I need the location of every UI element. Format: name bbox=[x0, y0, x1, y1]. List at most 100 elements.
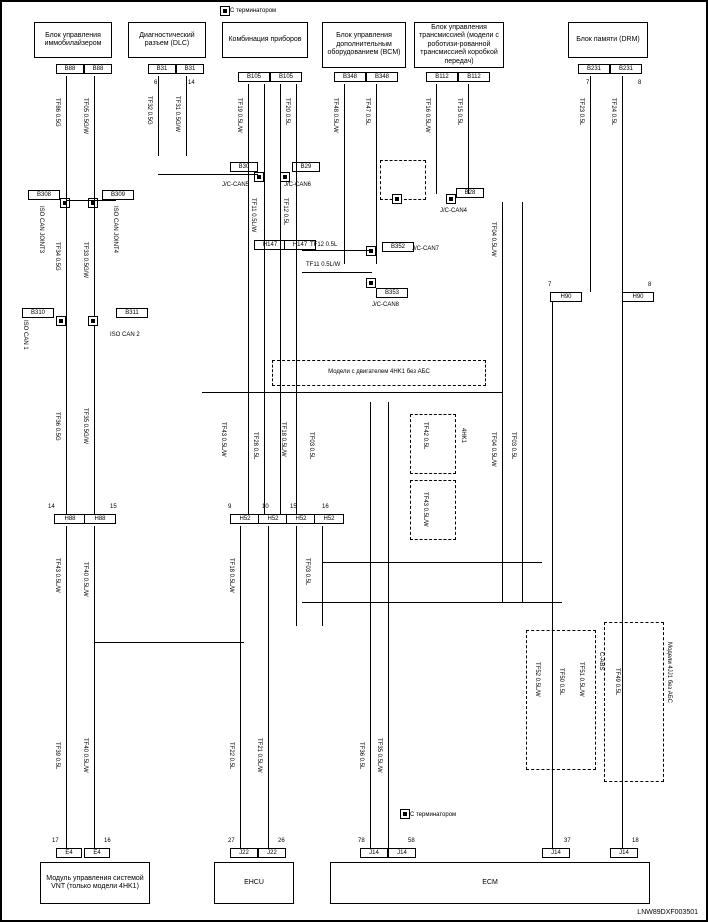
joint-icon bbox=[56, 316, 66, 326]
w-tf52: TF52 0.5L/W bbox=[534, 662, 540, 697]
joint-icon bbox=[366, 278, 376, 288]
conn-h52c: H52 bbox=[286, 514, 316, 524]
w-tf31: TF31 0.5G/W bbox=[174, 96, 180, 132]
w-tf11b: TF11 0.5L/W bbox=[306, 262, 340, 268]
w-tf18b: TF18 0.5L/W bbox=[228, 558, 234, 593]
box-dash2 bbox=[410, 480, 456, 540]
conn-b231a: B231 bbox=[578, 64, 610, 74]
conn-h90b: H90 bbox=[622, 292, 654, 302]
box-immob: Блок управления иммобилайзером bbox=[34, 22, 112, 58]
w-tf50: TF50 0.5L bbox=[558, 668, 564, 695]
conn-e4b: E4 bbox=[84, 848, 110, 858]
w-tf39a: TF39 0.5L bbox=[54, 742, 60, 769]
w-tf33: TF33 0.5G/W bbox=[82, 242, 88, 278]
conn-h88a: H88 bbox=[54, 514, 86, 524]
box-abs-4hk1: Модели с двигателем 4HK1 без АБС bbox=[272, 360, 486, 386]
w-tf51: TF51 0.5L/W bbox=[578, 662, 584, 697]
w-tf03c: TF03 0.5L bbox=[304, 558, 310, 585]
w-tf28: TF28 0.5L bbox=[252, 432, 258, 459]
w-tf49: TF49 0.5L bbox=[614, 668, 620, 695]
conn-j14d: J14 bbox=[610, 848, 638, 858]
joint-icon bbox=[446, 194, 456, 204]
w-tf40b: TF40 0.5L/W bbox=[82, 738, 88, 773]
box-drm: Блок памяти (DRM) bbox=[568, 22, 648, 58]
w-tf43b: TF43 0.5L/W bbox=[422, 492, 428, 527]
w-tf86: TF86 0.5G bbox=[54, 98, 60, 127]
joint-icon bbox=[280, 172, 290, 182]
conn-b112a: B112 bbox=[426, 72, 458, 82]
conn-b112b: B112 bbox=[458, 72, 490, 82]
w-tf48: TF48 0.5L/W bbox=[332, 98, 338, 133]
w-tf43a: TF43 0.5L/W bbox=[220, 422, 226, 457]
conn-j14b: J14 bbox=[388, 848, 416, 858]
box-4jj1 bbox=[604, 622, 664, 782]
terminator-icon bbox=[400, 809, 410, 819]
conn-j22b: J22 bbox=[258, 848, 286, 858]
conn-b88a: B88 bbox=[56, 64, 84, 74]
w-tf16: TF16 0.5L/W bbox=[424, 98, 430, 133]
lbl-isocan1: ISO CAN 1 bbox=[22, 320, 28, 350]
box-4hk1-small bbox=[410, 414, 456, 474]
w-tf35b: TF35 0.5L/W bbox=[376, 738, 382, 773]
conn-b348b: B348 bbox=[366, 72, 398, 82]
box-trans: Блок управления трансмиссией (модели с р… bbox=[414, 22, 504, 68]
w-tf40a: TF40 0.5L/W bbox=[82, 562, 88, 597]
box-ecm: ECM bbox=[330, 862, 650, 904]
label-top: С терминатором bbox=[230, 8, 276, 14]
conn-b105a: B105 bbox=[238, 72, 270, 82]
lbl-4jj1: Модели 4JJ1 без АБС bbox=[666, 642, 672, 703]
w-tf21: TF21 0.5L/W bbox=[256, 738, 262, 773]
w-tf36: TF36 0.5G bbox=[54, 412, 60, 441]
conn-j14c: J14 bbox=[542, 848, 570, 858]
w-tf34: TF34 0.5G bbox=[54, 242, 60, 271]
conn-b88b: B88 bbox=[84, 64, 112, 74]
box-combi: Комбинация приборов bbox=[222, 22, 308, 58]
w-tf04a: TF04 0.5L/W bbox=[490, 222, 496, 257]
conn-b105b: B105 bbox=[270, 72, 302, 82]
conn-b308: B308 bbox=[28, 190, 60, 200]
w-tf19: TF19 0.5L/W bbox=[236, 98, 242, 133]
conn-b231b: B231 bbox=[610, 64, 642, 74]
conn-b353: B353 bbox=[376, 288, 408, 298]
w-tf04b: TF04 0.5L/W bbox=[490, 432, 496, 467]
conn-b348a: B348 bbox=[334, 72, 366, 82]
w-tf47: TF47 0.5L bbox=[364, 98, 370, 125]
box-cabs bbox=[526, 630, 596, 770]
box-ehcu: EHCU bbox=[214, 862, 294, 904]
conn-h52b: H52 bbox=[258, 514, 288, 524]
w-tf24: TF24 0.5L bbox=[610, 98, 616, 125]
w-tf11: TF11 0.5L/W bbox=[250, 198, 256, 232]
lbl-iso1: ISO CAN JOINT3 bbox=[38, 206, 44, 253]
w-tf03b: TF03 0.5L bbox=[510, 432, 516, 459]
joint-icon bbox=[88, 316, 98, 326]
conn-h147a: H147 bbox=[254, 240, 286, 250]
conn-b31a: B31 bbox=[148, 64, 176, 74]
conn-h52a: H52 bbox=[230, 514, 260, 524]
w-tf36b: TF36 0.5L bbox=[358, 742, 364, 769]
w-tf05: TF05 0.5G/W bbox=[82, 98, 88, 134]
conn-j14a: J14 bbox=[360, 848, 388, 858]
conn-b309: B309 bbox=[102, 190, 134, 200]
box-vnt: Модуль управления системой VNT (только м… bbox=[40, 862, 150, 904]
lbl-4hk1: 4HK1 bbox=[460, 428, 466, 443]
w-tf42: TF42 0.5L bbox=[422, 422, 428, 449]
w-tf12: TF12 0.5L bbox=[282, 198, 288, 225]
conn-b28: B28 bbox=[456, 188, 484, 198]
lbl-jc4: J/C-CAN4 bbox=[440, 208, 467, 214]
conn-b30: B30 bbox=[230, 162, 258, 172]
w-tf15: TF15 0.5L bbox=[456, 98, 462, 125]
conn-b31b: B31 bbox=[176, 64, 204, 74]
w-tf43c: TF43 0.5L/W bbox=[54, 558, 60, 593]
box-diag: Диагностический разъем (DLC) bbox=[128, 22, 206, 58]
terminator-icon bbox=[220, 6, 230, 16]
lbl-jc5: J/C-CAN5 bbox=[222, 182, 249, 188]
w-tf20: TF20 0.5L bbox=[284, 98, 290, 125]
w-tf35: TF35 0.5G/W bbox=[82, 408, 88, 444]
joint-icon bbox=[366, 246, 376, 256]
w-tf22: TF22 0.5L bbox=[228, 742, 234, 769]
lbl-jc7: J/C-CAN7 bbox=[412, 246, 439, 252]
lbl-isocan2: ISO CAN 2 bbox=[110, 332, 140, 338]
w-tf23: TF23 0.5L bbox=[578, 98, 584, 125]
conn-b310: B310 bbox=[22, 308, 54, 318]
conn-b352: B352 bbox=[382, 242, 414, 252]
